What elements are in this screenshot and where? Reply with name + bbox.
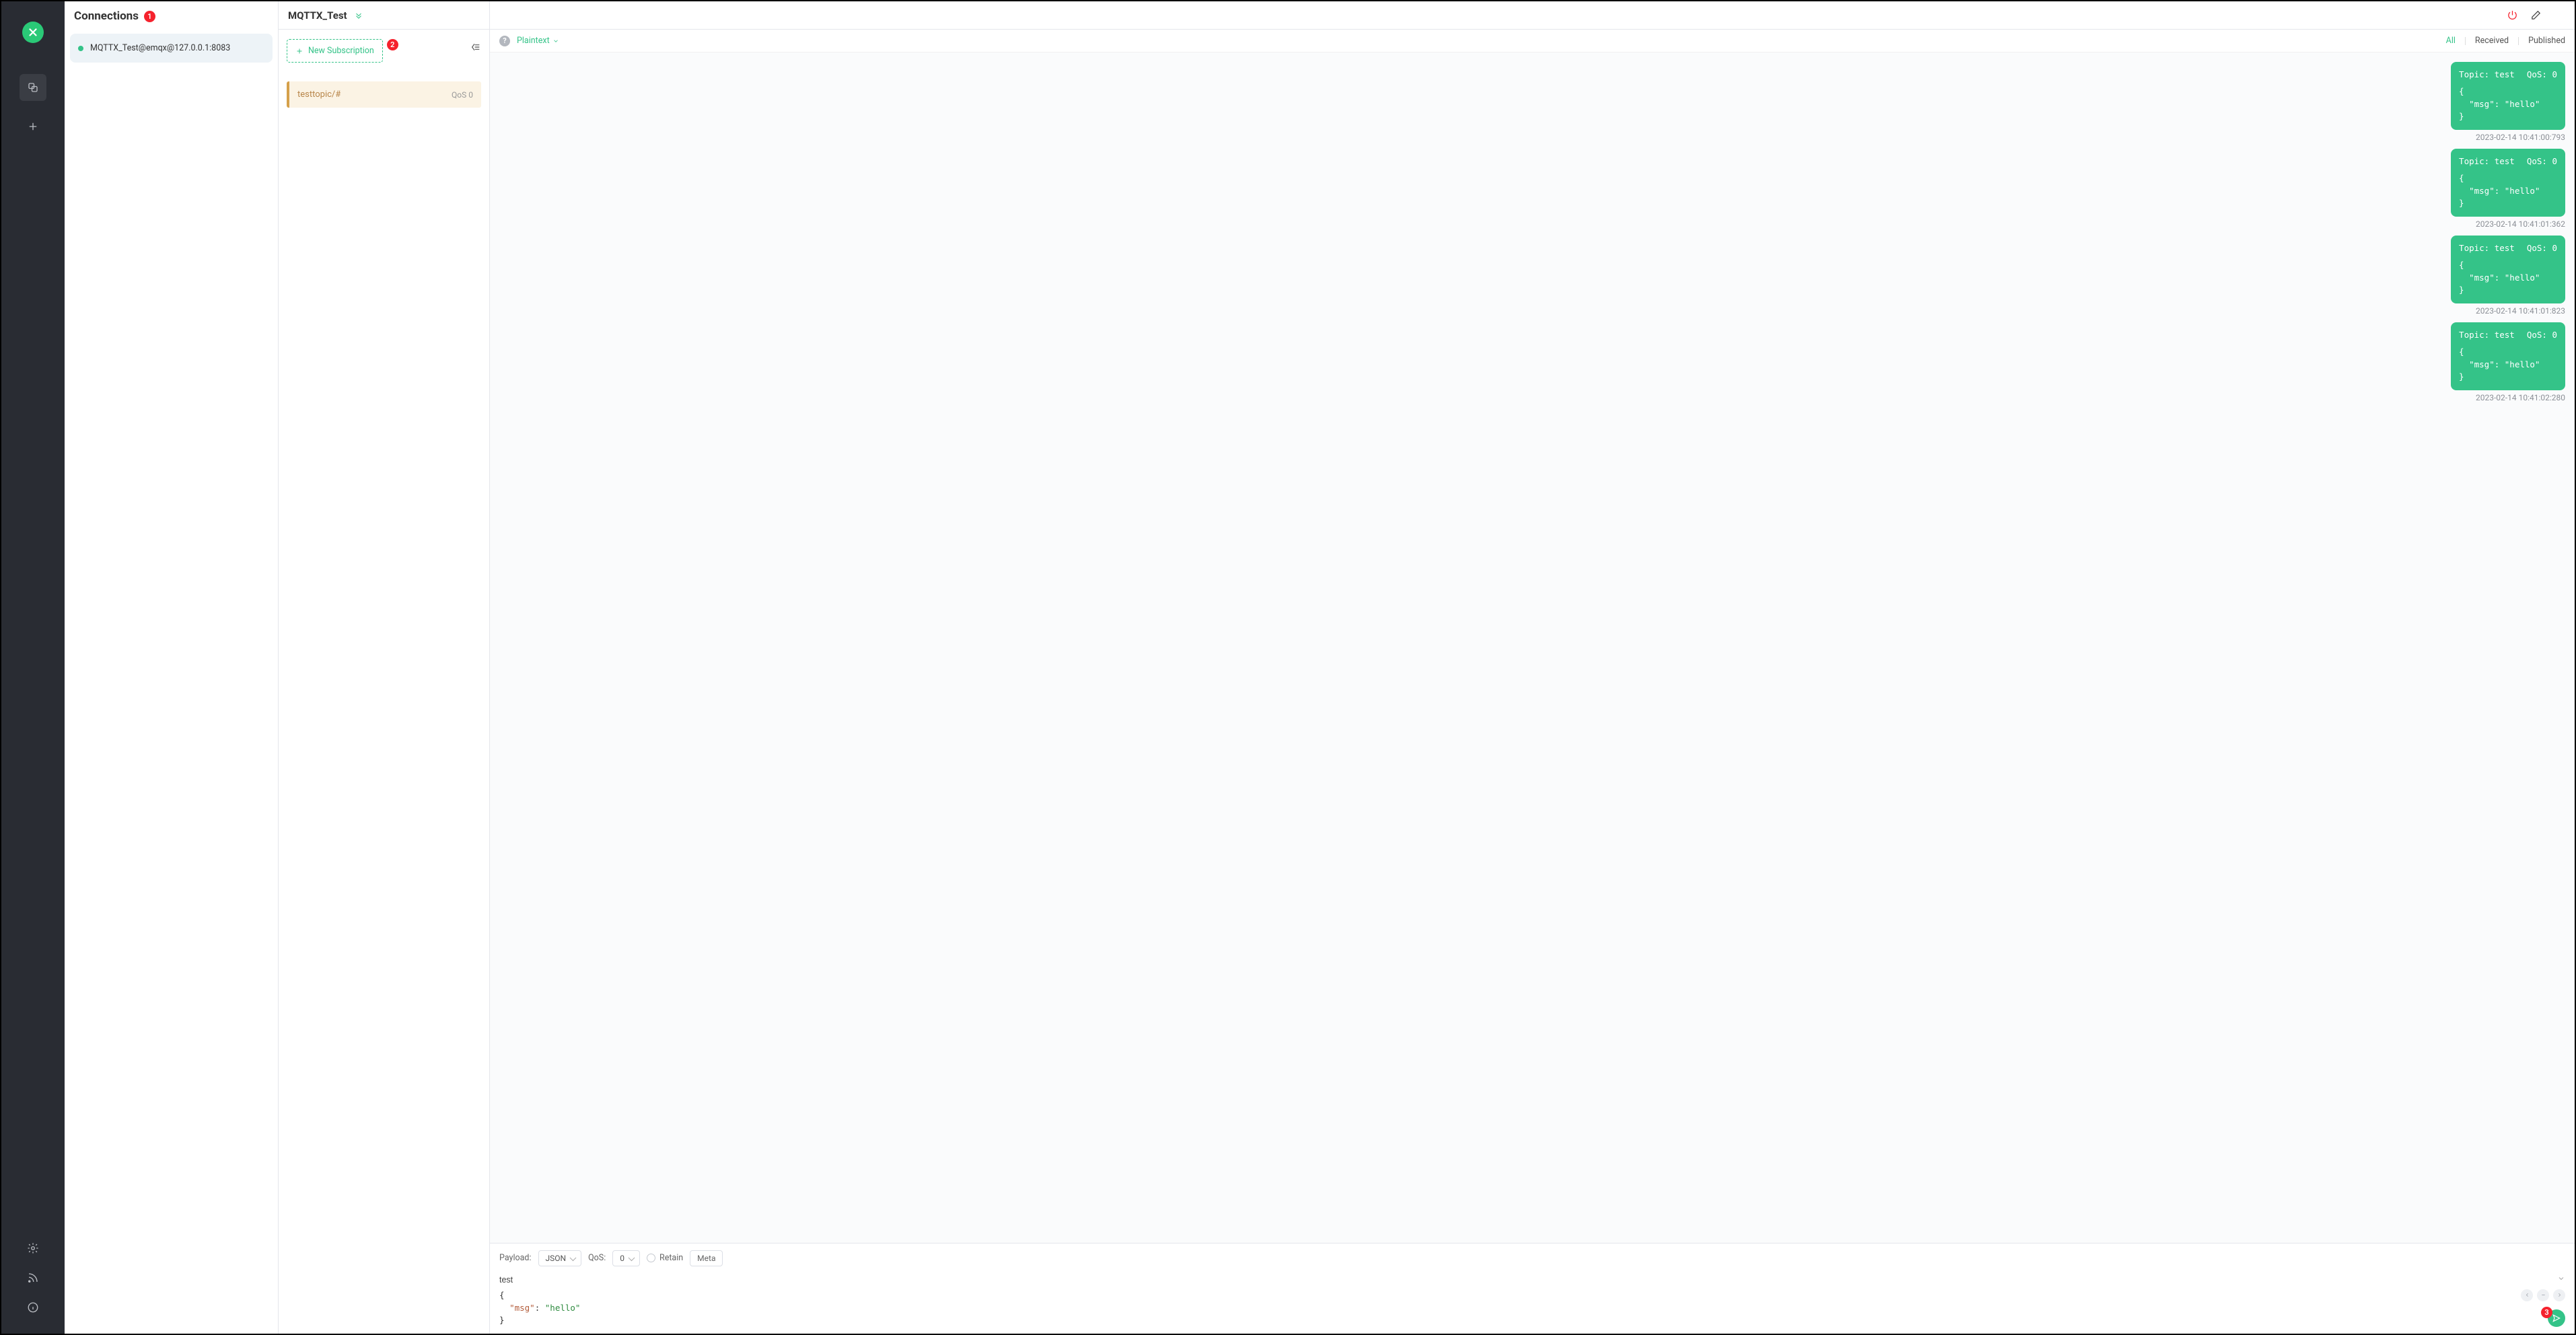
- new-subscription-button[interactable]: New Subscription 2: [287, 39, 383, 63]
- publish-topic-input[interactable]: [499, 1273, 2557, 1287]
- connection-header: MQTTX_Test: [279, 1, 490, 30]
- publish-panel: Payload: JSON QoS: 0 Retain Meta: [490, 1243, 2575, 1334]
- connections-title: Connections: [74, 9, 139, 23]
- connections-header: Connections 1: [65, 1, 278, 30]
- status-dot-icon: [78, 46, 83, 51]
- main-area: MQTTX_Test New Subscription 2: [279, 1, 2575, 1334]
- payload-label: Payload:: [499, 1253, 532, 1263]
- message-list[interactable]: Topic: test QoS: 0 { "msg": "hello" } 2023-…: [490, 52, 2575, 1243]
- retain-toggle[interactable]: Retain: [647, 1253, 683, 1263]
- message-topic: Topic: test: [2459, 242, 2515, 255]
- subscription-topic: testtopic/#: [297, 89, 341, 100]
- new-icon[interactable]: [20, 113, 46, 140]
- message-body: { "msg": "hello" }: [2459, 85, 2557, 123]
- prev-payload-icon[interactable]: [2521, 1289, 2533, 1301]
- message-item: Topic: test QoS: 0 { "msg": "hello" } 2023-…: [499, 322, 2565, 402]
- message-timestamp: 2023-02-14 10:41:00:793: [2476, 133, 2565, 142]
- collapse-panel-icon[interactable]: [470, 42, 481, 55]
- payload-format-select[interactable]: JSON: [538, 1250, 582, 1266]
- connections-panel: Connections 1 MQTTX_Test@emqx@127.0.0.1:…: [65, 1, 279, 1334]
- message-qos: QoS: 0: [2527, 242, 2557, 255]
- nav-rail: [1, 1, 65, 1334]
- subscription-row[interactable]: testtopic/# QoS 0: [287, 81, 481, 108]
- message-bubble[interactable]: Topic: test QoS: 0 { "msg": "hello" }: [2451, 62, 2565, 130]
- connection-actions: [490, 1, 2575, 30]
- connection-title: MQTTX_Test: [288, 9, 347, 22]
- message-topic: Topic: test: [2459, 329, 2515, 342]
- connection-item[interactable]: MQTTX_Test@emqx@127.0.0.1:8083: [70, 34, 273, 63]
- publish-payload-editor[interactable]: { "msg": "hello" }: [499, 1289, 2521, 1327]
- info-icon[interactable]: [27, 1301, 39, 1313]
- connection-label: MQTTX_Test@emqx@127.0.0.1:8083: [90, 43, 230, 53]
- payload-format-dropdown[interactable]: Plaintext: [517, 36, 559, 46]
- message-bubble[interactable]: Topic: test QoS: 0 { "msg": "hello" }: [2451, 236, 2565, 303]
- next-payload-icon[interactable]: [2553, 1289, 2565, 1301]
- expand-down-icon[interactable]: [354, 11, 363, 20]
- message-filters: All Received Published: [2446, 36, 2565, 46]
- chat-panel: ? Plaintext All Received Published Topic…: [490, 30, 2575, 1334]
- edit-icon[interactable]: [2530, 9, 2542, 21]
- message-qos: QoS: 0: [2527, 69, 2557, 81]
- rss-icon[interactable]: [27, 1272, 39, 1284]
- connections-badge: 1: [144, 11, 155, 22]
- chat-toolbar: ? Plaintext All Received Published: [490, 30, 2575, 52]
- send-badge: 3: [2541, 1307, 2552, 1318]
- qos-select[interactable]: 0: [612, 1250, 640, 1266]
- message-timestamp: 2023-02-14 10:41:01:362: [2476, 219, 2565, 229]
- filter-all[interactable]: All: [2446, 36, 2456, 46]
- message-body: { "msg": "hello" }: [2459, 172, 2557, 210]
- meta-button[interactable]: Meta: [690, 1250, 723, 1266]
- message-timestamp: 2023-02-14 10:41:01:823: [2476, 306, 2565, 316]
- message-bubble[interactable]: Topic: test QoS: 0 { "msg": "hello" }: [2451, 149, 2565, 217]
- retain-radio-icon: [647, 1254, 655, 1262]
- more-icon[interactable]: [2554, 9, 2565, 21]
- message-timestamp: 2023-02-14 10:41:02:280: [2476, 393, 2565, 402]
- message-topic: Topic: test: [2459, 69, 2515, 81]
- message-item: Topic: test QoS: 0 { "msg": "hello" } 2023-…: [499, 62, 2565, 142]
- app-logo: [22, 22, 44, 43]
- help-icon[interactable]: ?: [499, 36, 510, 46]
- message-qos: QoS: 0: [2527, 329, 2557, 342]
- new-subscription-badge: 2: [387, 39, 398, 50]
- qos-label: QoS:: [588, 1253, 606, 1263]
- disconnect-icon[interactable]: [2507, 9, 2518, 21]
- message-body: { "msg": "hello" }: [2459, 259, 2557, 297]
- payload-nav: [2521, 1289, 2565, 1301]
- filter-received[interactable]: Received: [2475, 36, 2509, 46]
- message-item: Topic: test QoS: 0 { "msg": "hello" } 2023-…: [499, 236, 2565, 316]
- message-bubble[interactable]: Topic: test QoS: 0 { "msg": "hello" }: [2451, 322, 2565, 390]
- filter-published[interactable]: Published: [2528, 36, 2565, 46]
- subscription-qos: QoS 0: [452, 90, 473, 100]
- message-topic: Topic: test: [2459, 155, 2515, 168]
- message-qos: QoS: 0: [2527, 155, 2557, 168]
- connections-icon[interactable]: [20, 74, 46, 101]
- payload-dash-icon[interactable]: [2537, 1289, 2549, 1301]
- settings-icon[interactable]: [27, 1242, 39, 1254]
- subscriptions-panel: New Subscription 2 testtopic/# QoS 0: [279, 30, 490, 1334]
- message-body: { "msg": "hello" }: [2459, 346, 2557, 384]
- topic-history-icon[interactable]: [2557, 1274, 2565, 1285]
- new-subscription-label: New Subscription: [308, 46, 374, 56]
- message-item: Topic: test QoS: 0 { "msg": "hello" } 2023-…: [499, 149, 2565, 229]
